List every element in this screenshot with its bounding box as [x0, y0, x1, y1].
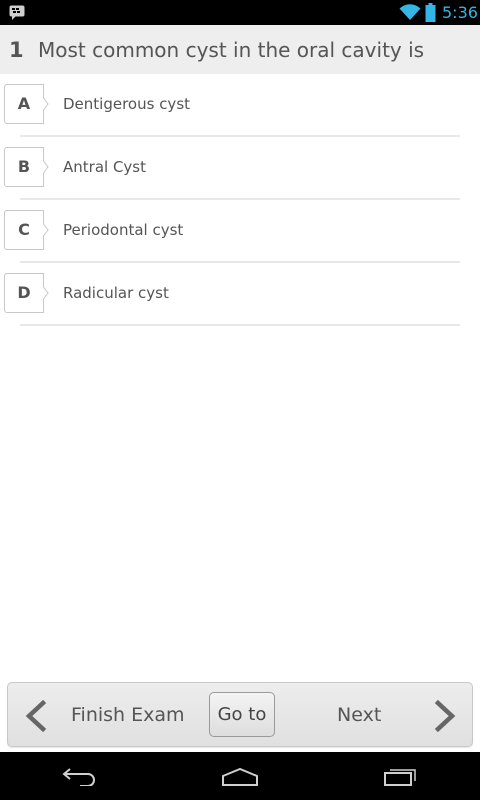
status-clock: 5:36	[442, 3, 478, 22]
option-text: Dentigerous cyst	[63, 95, 191, 113]
option-letter-box: C	[4, 210, 49, 250]
option-letter: C	[18, 220, 30, 239]
option-text: Antral Cyst	[63, 158, 146, 176]
blackberry-messenger-icon	[9, 5, 25, 20]
question-text: Most common cyst in the oral cavity is	[38, 38, 425, 62]
finish-exam-button[interactable]: Finish Exam	[71, 704, 185, 726]
option-letter: D	[17, 283, 31, 302]
chevron-right-icon[interactable]	[432, 700, 460, 732]
chevron-left-icon[interactable]	[21, 700, 49, 732]
option-b[interactable]: B Antral Cyst	[0, 137, 480, 200]
answer-options: A Dentigerous cyst B Antral Cyst C Perio…	[0, 74, 480, 326]
go-to-button[interactable]: Go to	[209, 692, 275, 737]
option-a[interactable]: A Dentigerous cyst	[0, 74, 480, 137]
wifi-icon	[399, 4, 421, 20]
option-text: Periodontal cyst	[63, 221, 184, 239]
status-bar: 5:36	[0, 0, 480, 25]
option-d[interactable]: D Radicular cyst	[0, 263, 480, 326]
option-letter: A	[17, 94, 31, 113]
next-button[interactable]: Next	[337, 704, 381, 726]
question-number: 1	[9, 38, 24, 62]
system-nav-bar	[0, 752, 480, 800]
option-letter-box: A	[4, 84, 49, 124]
home-icon[interactable]	[221, 768, 259, 786]
exam-toolbar: Finish Exam Go to Next	[7, 682, 473, 747]
battery-icon	[425, 3, 436, 22]
question-header: 1 Most common cyst in the oral cavity is	[0, 25, 480, 74]
back-icon[interactable]	[62, 766, 98, 786]
divider	[20, 324, 460, 326]
option-c[interactable]: C Periodontal cyst	[0, 200, 480, 263]
option-letter-box: B	[4, 147, 49, 187]
option-letter: B	[17, 157, 31, 176]
recent-apps-icon[interactable]	[383, 766, 419, 786]
option-text: Radicular cyst	[63, 284, 169, 302]
option-letter-box: D	[4, 273, 49, 313]
